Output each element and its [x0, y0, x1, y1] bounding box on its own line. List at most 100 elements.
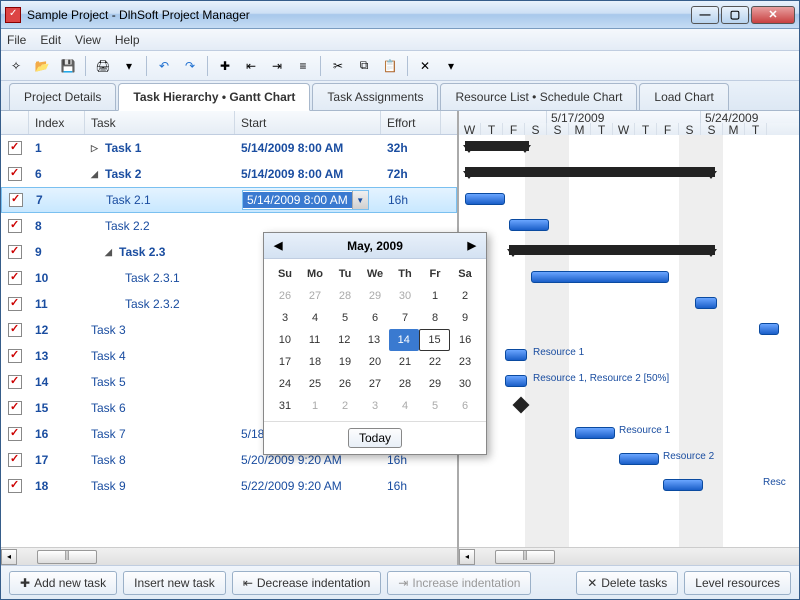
increase-indent-button[interactable]: ⇥Increase indentation — [387, 571, 531, 595]
calendar-day[interactable]: 1 — [420, 285, 450, 307]
row-checkbox[interactable] — [1, 291, 29, 317]
calendar-day[interactable]: 4 — [390, 395, 420, 417]
cell-index[interactable]: 17 — [29, 447, 85, 473]
cell-index[interactable]: 18 — [29, 473, 85, 499]
calendar-prev-icon[interactable]: ◀ — [274, 239, 282, 252]
cell-task[interactable]: Task 2.3.1 — [85, 265, 235, 291]
calendar-day[interactable]: 29 — [420, 373, 450, 395]
cell-effort[interactable]: 32h — [381, 135, 441, 161]
cell-task[interactable]: Task 4 — [85, 343, 235, 369]
add-task-button[interactable]: ✚Add new task — [9, 571, 117, 595]
cell-index[interactable]: 9 — [29, 239, 85, 265]
cell-task[interactable]: Task 2.1 — [86, 188, 236, 212]
undo-icon[interactable]: ↶ — [153, 55, 175, 77]
scroll-thumb[interactable]: ⦀ — [495, 550, 555, 564]
scroll-thumb[interactable]: ⦀ — [37, 550, 97, 564]
cell-effort[interactable]: 16h — [381, 473, 441, 499]
gantt-bar[interactable] — [619, 453, 659, 465]
col-task[interactable]: Task — [85, 111, 235, 134]
tab-load-chart[interactable]: Load Chart — [639, 83, 728, 110]
cell-index[interactable]: 8 — [29, 213, 85, 239]
redo-icon[interactable]: ↷ — [179, 55, 201, 77]
calendar-day[interactable]: 10 — [270, 329, 300, 351]
cell-start[interactable]: 5/14/2009 8:00 AM — [235, 161, 381, 187]
gantt-body[interactable]: Resource 1 Resource 1, Resource 2 [50%] … — [459, 135, 799, 547]
calendar-day[interactable]: 11 — [300, 329, 330, 351]
minimize-button[interactable]: — — [691, 6, 719, 24]
calendar-day[interactable]: 8 — [420, 307, 450, 329]
cell-task[interactable]: ◢Task 2 — [85, 161, 235, 187]
cell-task[interactable]: Task 7 — [85, 421, 235, 447]
calendar-day[interactable]: 7 — [390, 307, 420, 329]
cell-index[interactable]: 11 — [29, 291, 85, 317]
gantt-hscrollbar[interactable]: ◂ ⦀ — [459, 547, 799, 565]
calendar-day[interactable]: 18 — [300, 351, 330, 373]
cell-index[interactable]: 1 — [29, 135, 85, 161]
indent-icon[interactable]: ⇥ — [266, 55, 288, 77]
dropdown-icon[interactable]: ▾ — [118, 55, 140, 77]
table-row[interactable]: 7Task 2.15/14/2009 8:00 AM▼16h — [1, 187, 457, 213]
cell-task[interactable]: Task 8 — [85, 447, 235, 473]
calendar-day[interactable]: 1 — [300, 395, 330, 417]
expander-icon[interactable]: ▷ — [91, 143, 101, 154]
calendar-day[interactable]: 25 — [300, 373, 330, 395]
gantt-summary[interactable] — [509, 245, 715, 255]
cell-index[interactable]: 6 — [29, 161, 85, 187]
row-checkbox[interactable] — [1, 421, 29, 447]
new-icon[interactable]: ✧ — [5, 55, 27, 77]
close-button[interactable]: ✕ — [751, 6, 795, 24]
col-check[interactable] — [1, 111, 29, 134]
cell-task[interactable]: Task 5 — [85, 369, 235, 395]
row-checkbox[interactable] — [1, 395, 29, 421]
save-icon[interactable]: 💾 — [57, 55, 79, 77]
calendar-day[interactable]: 13 — [359, 329, 389, 351]
calendar-day[interactable]: 6 — [360, 307, 390, 329]
gantt-summary[interactable] — [465, 167, 715, 177]
tab-project-details[interactable]: Project Details — [9, 83, 116, 110]
cell-start[interactable]: 5/14/2009 8:00 AM — [235, 135, 381, 161]
cell-start[interactable]: 5/14/2009 8:00 AM▼ — [236, 188, 382, 212]
calendar-day[interactable]: 19 — [330, 351, 360, 373]
calendar-day[interactable]: 24 — [270, 373, 300, 395]
calendar-day[interactable]: 4 — [300, 307, 330, 329]
col-start[interactable]: Start — [235, 111, 381, 134]
calendar-day[interactable]: 12 — [329, 329, 359, 351]
tab-resource-list[interactable]: Resource List • Schedule Chart — [440, 83, 637, 110]
row-checkbox[interactable] — [1, 473, 29, 499]
row-checkbox[interactable] — [1, 317, 29, 343]
gantt-bar[interactable] — [575, 427, 615, 439]
menu-edit[interactable]: Edit — [40, 33, 61, 47]
calendar-day[interactable]: 28 — [390, 373, 420, 395]
gantt-bar[interactable] — [663, 479, 703, 491]
calendar-day[interactable]: 6 — [450, 395, 480, 417]
calendar-day[interactable]: 9 — [450, 307, 480, 329]
calendar-day[interactable]: 28 — [330, 285, 360, 307]
calendar-day[interactable]: 31 — [270, 395, 300, 417]
calendar-day[interactable]: 2 — [450, 285, 480, 307]
cell-task[interactable]: Task 2.2 — [85, 213, 235, 239]
date-input[interactable]: 5/14/2009 8:00 AM▼ — [242, 190, 369, 210]
calendar-today-button[interactable]: Today — [348, 428, 402, 448]
decrease-indent-button[interactable]: ⇤Decrease indentation — [232, 571, 381, 595]
scroll-left-icon[interactable]: ◂ — [459, 549, 475, 565]
gantt-bar[interactable] — [509, 219, 549, 231]
table-row[interactable]: 6◢Task 25/14/2009 8:00 AM72h — [1, 161, 457, 187]
menu-file[interactable]: File — [7, 33, 26, 47]
dropdown-icon[interactable]: ▼ — [352, 191, 368, 209]
gantt-summary[interactable] — [465, 141, 529, 151]
insert-task-button[interactable]: Insert new task — [123, 571, 226, 595]
expander-icon[interactable]: ◢ — [91, 169, 101, 180]
copy-icon[interactable]: ⧉ — [353, 55, 375, 77]
menu-view[interactable]: View — [75, 33, 101, 47]
col-effort[interactable]: Effort — [381, 111, 441, 134]
gantt-bar[interactable] — [759, 323, 779, 335]
calendar-day[interactable]: 14 — [389, 329, 419, 351]
cell-task[interactable]: Task 6 — [85, 395, 235, 421]
outdent-icon[interactable]: ⇤ — [240, 55, 262, 77]
calendar-day[interactable]: 26 — [270, 285, 300, 307]
tab-task-assignments[interactable]: Task Assignments — [312, 83, 438, 110]
calendar-day[interactable]: 2 — [330, 395, 360, 417]
col-index[interactable]: Index — [29, 111, 85, 134]
calendar-day[interactable]: 20 — [360, 351, 390, 373]
calendar-day[interactable]: 23 — [450, 351, 480, 373]
